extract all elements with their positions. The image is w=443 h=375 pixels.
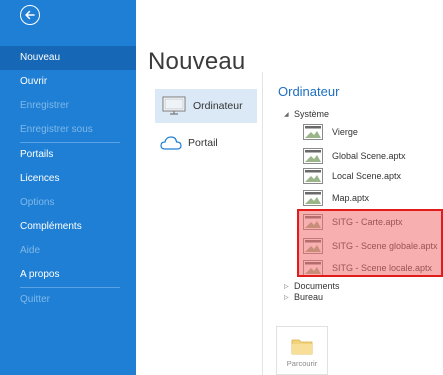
sidebar-item-options[interactable]: Options <box>0 191 136 215</box>
sidebar-item-portails[interactable]: Portails <box>0 143 136 167</box>
sidebar-item-enregistrer-sous[interactable]: Enregistrer sous <box>0 118 136 142</box>
tree-group-label: Bureau <box>294 292 324 302</box>
panel-title: Ordinateur <box>278 84 340 99</box>
page-title: Nouveau <box>148 48 246 75</box>
template-file-icon <box>303 124 323 140</box>
template-file-icon <box>303 168 323 184</box>
browse-label: Parcourir <box>286 359 318 368</box>
template-file-icon <box>303 148 323 164</box>
folder-icon <box>291 339 313 355</box>
tree-group-systeme[interactable]: ◢ Système <box>284 109 329 119</box>
tree-group-label: Système <box>294 109 330 119</box>
file-name: Global Scene.aptx <box>332 151 406 161</box>
backstage-sidebar: Nouveau Ouvrir Enregistrer Enregistrer s… <box>0 0 136 375</box>
tree-group-documents[interactable]: ▷ Documents <box>284 281 340 291</box>
location-label: Portail <box>188 137 218 149</box>
file-item-vierge[interactable]: Vierge <box>303 122 358 142</box>
sidebar-item-a-propos[interactable]: A propos <box>0 263 136 287</box>
sidebar-item-quitter[interactable]: Quitter <box>0 288 136 312</box>
file-item-sitg-carte[interactable]: SITG - Carte.aptx <box>303 212 403 232</box>
file-item-map[interactable]: Map.aptx <box>303 188 369 208</box>
tree-group-bureau[interactable]: ▷ Bureau <box>284 292 323 302</box>
panel-divider <box>262 72 263 375</box>
sidebar-item-aide[interactable]: Aide <box>0 239 136 263</box>
template-file-icon <box>303 214 323 230</box>
sidebar-item-complements[interactable]: Compléments <box>0 215 136 239</box>
location-portail[interactable]: Portail <box>160 126 260 160</box>
file-name: Map.aptx <box>332 193 370 203</box>
location-label: Ordinateur <box>193 100 243 112</box>
back-arrow-icon <box>25 10 35 20</box>
computer-icon <box>162 96 186 115</box>
file-name: Local Scene.aptx <box>332 171 402 181</box>
template-file-icon <box>303 190 323 206</box>
file-name: SITG - Carte.aptx <box>332 217 403 227</box>
browse-button[interactable]: Parcourir <box>276 326 328 375</box>
cloud-icon <box>160 136 182 150</box>
template-file-icon <box>303 260 323 276</box>
file-item-local-scene[interactable]: Local Scene.aptx <box>303 166 401 186</box>
file-name: SITG - Scene globale.aptx <box>332 241 438 251</box>
collapsed-triangle-icon: ▷ <box>284 294 289 301</box>
sidebar-item-ouvrir[interactable]: Ouvrir <box>0 70 136 94</box>
sidebar-item-enregistrer[interactable]: Enregistrer <box>0 94 136 118</box>
sidebar-item-nouveau[interactable]: Nouveau <box>0 46 136 70</box>
expand-triangle-icon: ◢ <box>284 111 289 118</box>
sidebar-nav: Nouveau Ouvrir Enregistrer Enregistrer s… <box>0 46 136 312</box>
file-item-global-scene[interactable]: Global Scene.aptx <box>303 146 406 166</box>
collapsed-triangle-icon: ▷ <box>284 283 289 290</box>
sidebar-item-licences[interactable]: Licences <box>0 167 136 191</box>
file-item-sitg-scene-globale[interactable]: SITG - Scene globale.aptx <box>303 236 438 256</box>
tree-group-label: Documents <box>294 281 340 291</box>
location-ordinateur[interactable]: Ordinateur <box>155 89 257 123</box>
template-file-icon <box>303 238 323 254</box>
file-item-sitg-scene-locale[interactable]: SITG - Scene locale.aptx <box>303 258 432 278</box>
file-name: SITG - Scene locale.aptx <box>332 263 433 273</box>
file-name: Vierge <box>332 127 358 137</box>
back-button[interactable] <box>20 5 40 25</box>
